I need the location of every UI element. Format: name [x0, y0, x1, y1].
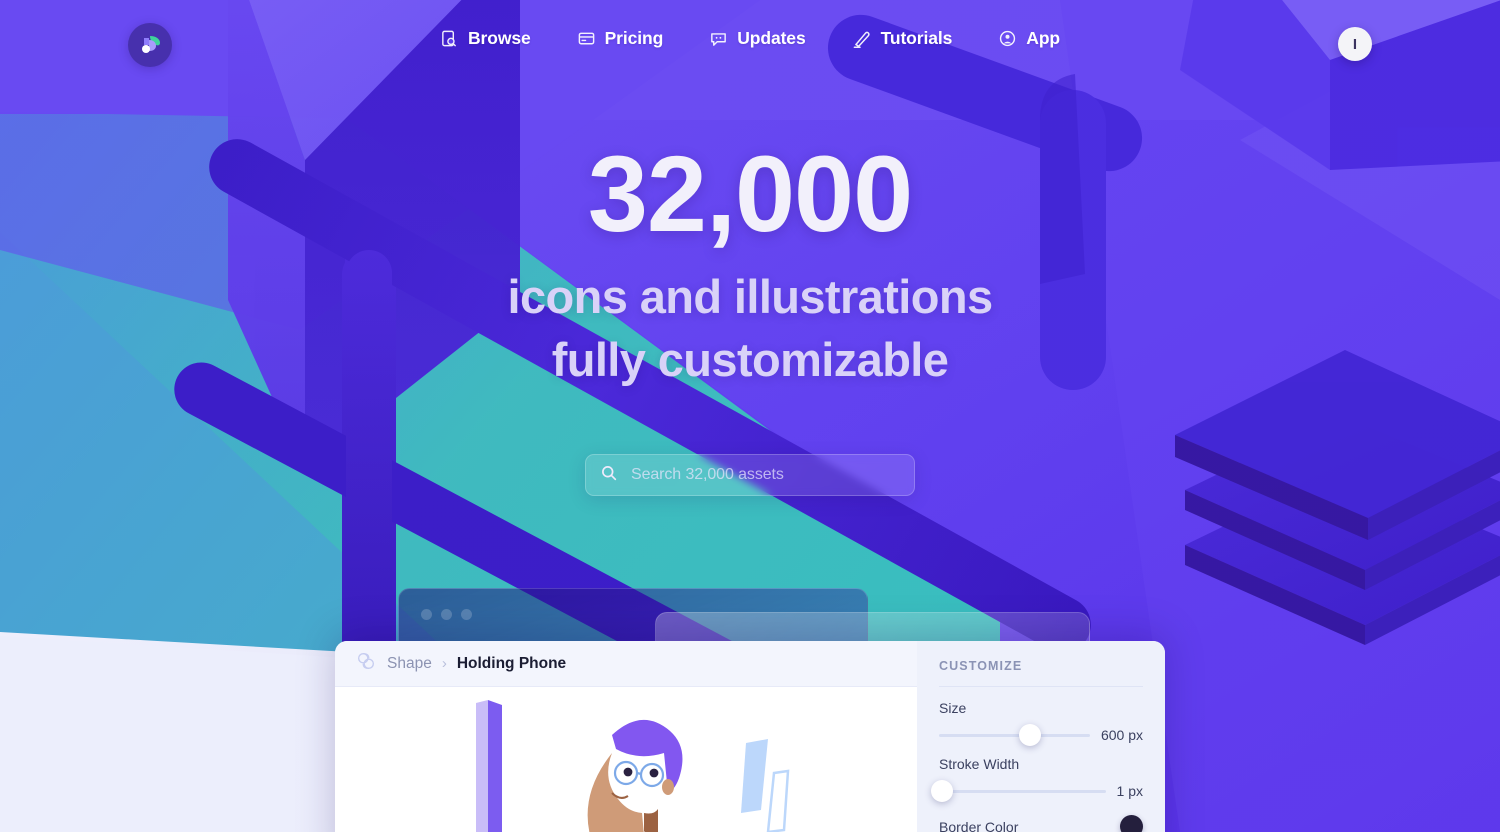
- chat-bubble-icon: [709, 29, 728, 48]
- nav-links: Browse Pricing Updates Tutorials App: [0, 28, 1500, 49]
- app-card-main: Shape › Holding Phone: [335, 641, 917, 832]
- nav-label-updates: Updates: [737, 28, 806, 48]
- size-slider-thumb[interactable]: [1018, 724, 1041, 746]
- search-input[interactable]: Search 32,000 assets: [585, 454, 915, 496]
- breadcrumb: Shape › Holding Phone: [335, 641, 917, 687]
- window-dot: [461, 609, 472, 620]
- search-icon: [600, 464, 618, 487]
- breadcrumb-root[interactable]: Shape: [387, 655, 432, 673]
- nav-label-pricing: Pricing: [604, 28, 664, 48]
- control-stroke-width-label: Stroke Width: [939, 756, 1020, 772]
- control-size-value: 600 px: [1100, 727, 1143, 743]
- nav-label-app: App: [1026, 28, 1060, 48]
- customize-panel: CUSTOMIZE Size 600 px Stroke Width 1 px: [917, 641, 1165, 832]
- pen-icon: [852, 29, 872, 49]
- chevron-right-icon: ›: [441, 655, 447, 672]
- hero-subline-2: fully customizable: [551, 332, 949, 386]
- paper-strips-shape: [741, 739, 790, 832]
- shape-icon: [355, 650, 377, 677]
- page-root: Browse Pricing Updates Tutorials App I 3…: [0, 0, 1500, 832]
- window-dot: [441, 609, 452, 620]
- stroke-slider-track[interactable]: [931, 780, 1106, 802]
- control-border-color: Border Color: [939, 799, 1143, 832]
- nav-item-app[interactable]: App: [998, 28, 1060, 49]
- nav-item-browse[interactable]: Browse: [440, 28, 531, 49]
- control-stroke-width: Stroke Width 1 px: [931, 743, 1143, 802]
- hero-headline-number: 32,000: [587, 133, 913, 254]
- control-border-color-label: Border Color: [939, 818, 1019, 832]
- customize-title: CUSTOMIZE: [939, 659, 1143, 687]
- border-color-swatch[interactable]: [1120, 815, 1143, 832]
- control-stroke-width-value: 1 px: [1116, 783, 1143, 799]
- control-size-label: Size: [939, 700, 967, 716]
- hero-section: 32,000 icons and illustrations fully cus…: [0, 140, 1500, 391]
- top-navigation: Browse Pricing Updates Tutorials App I: [0, 0, 1500, 90]
- nav-label-browse: Browse: [467, 28, 531, 48]
- nav-item-updates[interactable]: Updates: [709, 28, 806, 49]
- nav-label-tutorials: Tutorials: [880, 28, 953, 48]
- hero-subline-1: icons and illustrations: [507, 270, 993, 323]
- person-shape: [587, 719, 683, 832]
- window-dot: [421, 609, 432, 620]
- search-placeholder: Search 32,000 assets: [631, 466, 784, 483]
- user-circle-icon: [998, 29, 1017, 48]
- user-avatar[interactable]: I: [1338, 27, 1372, 61]
- nav-item-tutorials[interactable]: Tutorials: [852, 28, 953, 49]
- breadcrumb-current: Holding Phone: [456, 654, 567, 672]
- control-size: Size 600 px: [939, 687, 1143, 746]
- holding-phone-illustration: [476, 700, 790, 832]
- size-slider-track[interactable]: [939, 724, 1090, 746]
- monitor-shape: [476, 700, 502, 832]
- browse-icon: [440, 29, 459, 48]
- avatar-initial: I: [1352, 35, 1358, 53]
- illustration-canvas: [335, 687, 917, 832]
- app-preview-card: Shape › Holding Phone CUSTOMIZE Size 600…: [335, 641, 1165, 832]
- nav-item-pricing[interactable]: Pricing: [577, 28, 664, 49]
- credit-card-icon: [577, 29, 596, 48]
